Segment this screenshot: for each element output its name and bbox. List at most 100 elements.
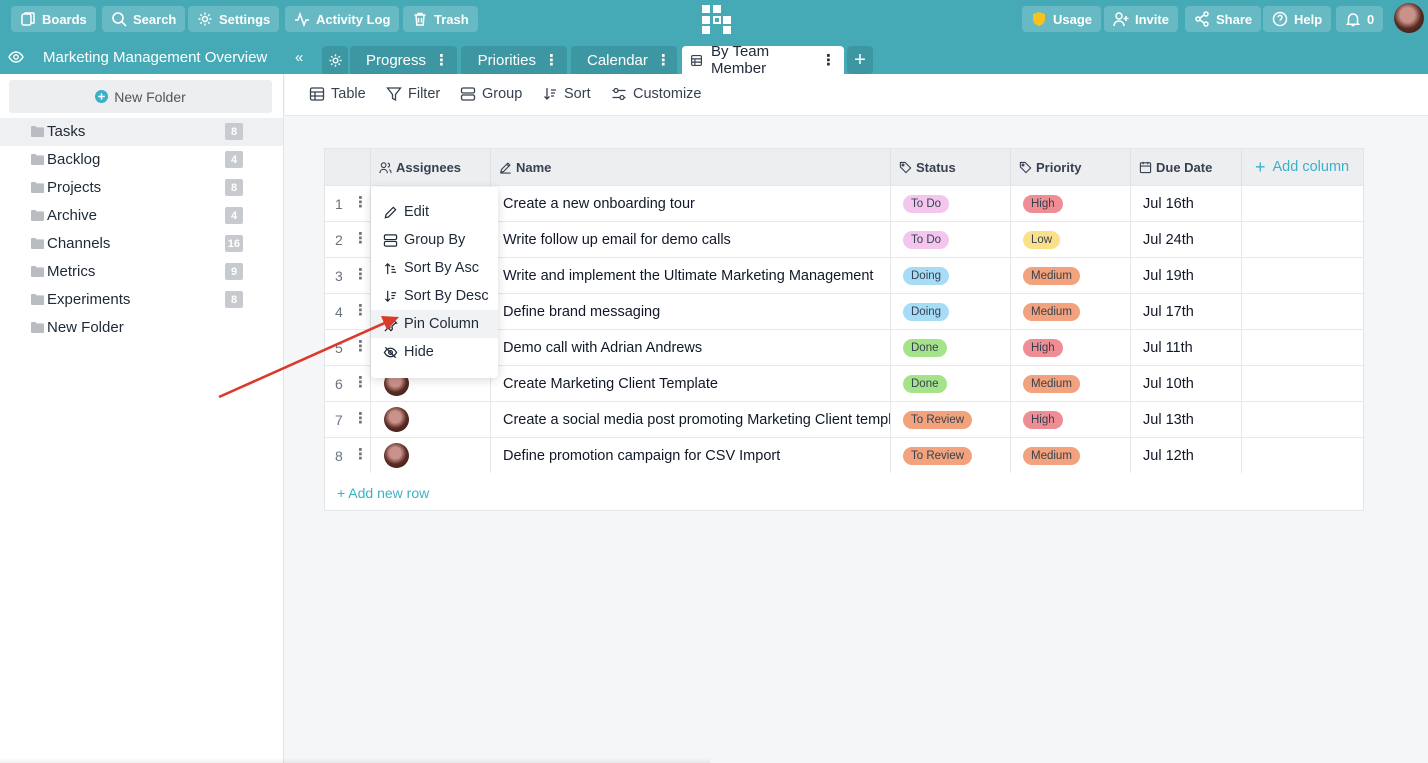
priority-cell[interactable]: Medium xyxy=(1011,438,1131,473)
column-header-due-date[interactable]: Due Date xyxy=(1131,149,1242,185)
status-cell[interactable]: To Review xyxy=(891,438,1011,473)
sidebar-folder-channels[interactable]: Channels 16 xyxy=(0,230,283,258)
folder-count-badge: 9 xyxy=(225,263,243,280)
column-header-status[interactable]: Status xyxy=(891,149,1011,185)
add-column-button[interactable]: + Add column xyxy=(1242,149,1363,185)
activity-log-button[interactable]: Activity Log xyxy=(285,6,400,32)
priority-cell[interactable]: High xyxy=(1011,186,1131,221)
due-date-cell[interactable]: Jul 10th xyxy=(1131,366,1242,401)
tab-menu-icon[interactable]: ⋮ xyxy=(821,51,836,69)
customize-button[interactable]: Customize xyxy=(611,86,702,102)
name-cell[interactable]: Create a social media post promoting Mar… xyxy=(491,402,891,437)
empty-cell[interactable] xyxy=(1242,366,1363,401)
assignee-cell[interactable] xyxy=(371,402,491,437)
status-cell[interactable]: To Do xyxy=(891,222,1011,257)
empty-cell[interactable] xyxy=(1242,402,1363,437)
row-menu-icon[interactable]: ⋮ xyxy=(353,411,368,426)
help-button[interactable]: Help xyxy=(1263,6,1332,32)
empty-cell[interactable] xyxy=(1242,222,1363,257)
menu-item-sort-desc[interactable]: Sort By Desc xyxy=(371,282,498,310)
status-cell[interactable]: Doing xyxy=(891,258,1011,293)
invite-button[interactable]: Invite xyxy=(1104,6,1178,32)
trash-button[interactable]: Trash xyxy=(403,6,478,32)
priority-cell[interactable]: Medium xyxy=(1011,258,1131,293)
usage-button[interactable]: Usage xyxy=(1022,6,1102,32)
priority-cell[interactable]: Medium xyxy=(1011,366,1131,401)
collapse-sidebar-icon[interactable]: « xyxy=(295,49,303,66)
priority-cell[interactable]: Medium xyxy=(1011,294,1131,329)
row-menu-icon[interactable]: ⋮ xyxy=(353,231,368,246)
menu-item-sort-asc[interactable]: Sort By Asc xyxy=(371,254,498,282)
sidebar-folder-backlog[interactable]: Backlog 4 xyxy=(0,146,283,174)
name-cell[interactable]: Write and implement the Ultimate Marketi… xyxy=(491,258,891,293)
add-row-button[interactable]: + Add new row xyxy=(337,485,429,501)
filter-icon xyxy=(386,87,402,102)
due-date-cell[interactable]: Jul 13th xyxy=(1131,402,1242,437)
column-header-name[interactable]: Name xyxy=(491,149,891,185)
boards-button[interactable]: Boards xyxy=(11,6,96,32)
row-menu-icon[interactable]: ⋮ xyxy=(353,267,368,282)
group-button[interactable]: Group xyxy=(460,86,522,102)
table-row[interactable]: 8 ⋮ Define promotion campaign for CSV Impo… xyxy=(325,437,1363,473)
settings-button[interactable]: Settings xyxy=(188,6,280,32)
row-menu-icon[interactable]: ⋮ xyxy=(353,195,368,210)
priority-cell[interactable]: High xyxy=(1011,330,1131,365)
group-icon xyxy=(383,233,398,247)
sidebar-folder-projects[interactable]: Projects 8 xyxy=(0,174,283,202)
table-view-button[interactable]: Table xyxy=(309,86,366,102)
empty-cell[interactable] xyxy=(1242,438,1363,473)
share-button[interactable]: Share xyxy=(1185,6,1262,32)
assignee-cell[interactable] xyxy=(371,438,491,473)
name-cell[interactable]: Write follow up email for demo calls xyxy=(491,222,891,257)
due-date-cell[interactable]: Jul 12th xyxy=(1131,438,1242,473)
view-settings-button[interactable] xyxy=(322,46,348,74)
name-cell[interactable]: Create Marketing Client Template xyxy=(491,366,891,401)
tab-menu-icon[interactable]: ⋮ xyxy=(544,51,559,69)
search-button[interactable]: Search xyxy=(102,6,186,32)
sidebar-folder-tasks[interactable]: Tasks 8 xyxy=(0,118,283,146)
due-date-cell[interactable]: Jul 19th xyxy=(1131,258,1242,293)
status-cell[interactable]: To Do xyxy=(891,186,1011,221)
priority-cell[interactable]: High xyxy=(1011,402,1131,437)
name-cell[interactable]: Define promotion campaign for CSV Import xyxy=(491,438,891,473)
row-menu-icon[interactable]: ⋮ xyxy=(353,447,368,462)
empty-cell[interactable] xyxy=(1242,330,1363,365)
empty-cell[interactable] xyxy=(1242,258,1363,293)
sidebar-folder-archive[interactable]: Archive 4 xyxy=(0,202,283,230)
tab-progress[interactable]: Progress ⋮ xyxy=(350,46,457,74)
tab-menu-icon[interactable]: ⋮ xyxy=(434,51,449,69)
due-date-cell[interactable]: Jul 24th xyxy=(1131,222,1242,257)
empty-cell[interactable] xyxy=(1242,186,1363,221)
filter-button[interactable]: Filter xyxy=(386,86,440,102)
status-cell[interactable]: To Review xyxy=(891,402,1011,437)
due-date-cell[interactable]: Jul 11th xyxy=(1131,330,1242,365)
sort-button[interactable]: Sort xyxy=(542,86,591,102)
eye-icon[interactable] xyxy=(8,50,24,64)
user-avatar[interactable] xyxy=(1394,3,1424,33)
menu-item-group-by[interactable]: Group By xyxy=(371,226,498,254)
add-view-button[interactable]: + xyxy=(847,46,873,74)
status-cell[interactable]: Done xyxy=(891,366,1011,401)
menu-item-edit[interactable]: Edit xyxy=(371,198,498,226)
sort-icon xyxy=(544,88,556,100)
due-date-cell[interactable]: Jul 16th xyxy=(1131,186,1242,221)
name-cell[interactable]: Demo call with Adrian Andrews xyxy=(491,330,891,365)
sidebar-folder-metrics[interactable]: Metrics 9 xyxy=(0,258,283,286)
column-header-priority[interactable]: Priority xyxy=(1011,149,1131,185)
notifications-button[interactable]: 0 xyxy=(1336,6,1384,32)
name-cell[interactable]: Create a new onboarding tour xyxy=(491,186,891,221)
empty-cell[interactable] xyxy=(1242,294,1363,329)
name-cell[interactable]: Define brand messaging xyxy=(491,294,891,329)
status-cell[interactable]: Doing xyxy=(891,294,1011,329)
status-cell[interactable]: Done xyxy=(891,330,1011,365)
tab-by-team-member[interactable]: By Team Member ⋮ xyxy=(682,43,844,77)
table-row[interactable]: 7 ⋮ Create a social media post promoting M… xyxy=(325,401,1363,437)
priority-badge: Medium xyxy=(1023,302,1080,321)
column-header-assignees[interactable]: Assignees xyxy=(371,149,491,185)
tab-menu-icon[interactable]: ⋮ xyxy=(656,51,671,69)
tab-calendar[interactable]: Calendar ⋮ xyxy=(571,46,677,74)
tab-priorities[interactable]: Priorities ⋮ xyxy=(461,46,567,74)
due-date-cell[interactable]: Jul 17th xyxy=(1131,294,1242,329)
new-folder-button[interactable]: New Folder xyxy=(9,80,272,113)
priority-cell[interactable]: Low xyxy=(1011,222,1131,257)
